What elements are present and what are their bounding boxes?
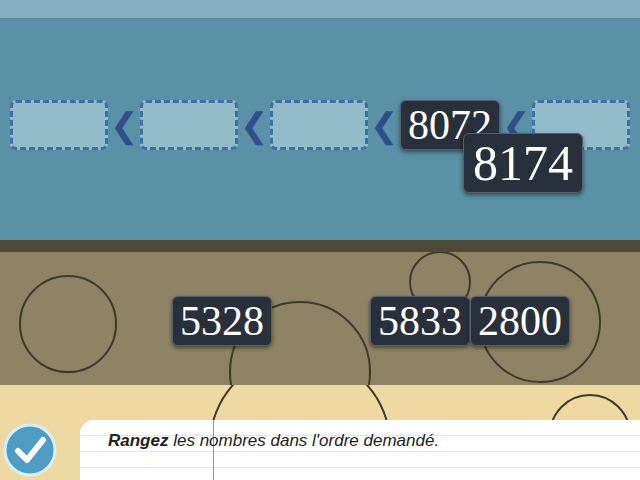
less-than-separator: ❮: [108, 108, 140, 142]
number-tile[interactable]: 5328: [172, 296, 272, 346]
answer-area: ❮❮❮8072❮: [0, 0, 640, 240]
less-than-separator: ❮: [238, 108, 270, 142]
pool-slot: 5833: [370, 296, 470, 346]
empty-slot[interactable]: [270, 100, 368, 150]
validate-button[interactable]: [0, 420, 60, 480]
dragged-tile[interactable]: 8174: [463, 133, 583, 193]
pool-slot: 2800: [470, 296, 570, 346]
number-tile[interactable]: 8174: [463, 133, 583, 193]
instruction-bar: Rangez les nombres dans l'ordre demandé.: [0, 420, 640, 480]
number-tile[interactable]: 5833: [370, 296, 470, 346]
dark-band: [0, 240, 640, 252]
tile-pool: 5328 58332800: [0, 252, 640, 346]
instruction-text: Rangez les nombres dans l'ordre demandé.: [108, 428, 640, 454]
less-than-separator: ❮: [368, 108, 400, 142]
number-tile[interactable]: 2800: [470, 296, 570, 346]
top-strip: [0, 0, 640, 18]
empty-slot[interactable]: [140, 100, 238, 150]
lower-gears-icon: [0, 385, 640, 425]
check-icon: [3, 423, 57, 477]
empty-slot[interactable]: [10, 100, 108, 150]
pool-area: 5328 58332800: [0, 252, 640, 385]
game-screen: ❮❮❮8072❮8174532858332800Rangez les nombr…: [0, 0, 640, 480]
instruction-paper: Rangez les nombres dans l'ordre demandé.: [80, 420, 640, 480]
pool-slot: 5328: [172, 296, 272, 346]
